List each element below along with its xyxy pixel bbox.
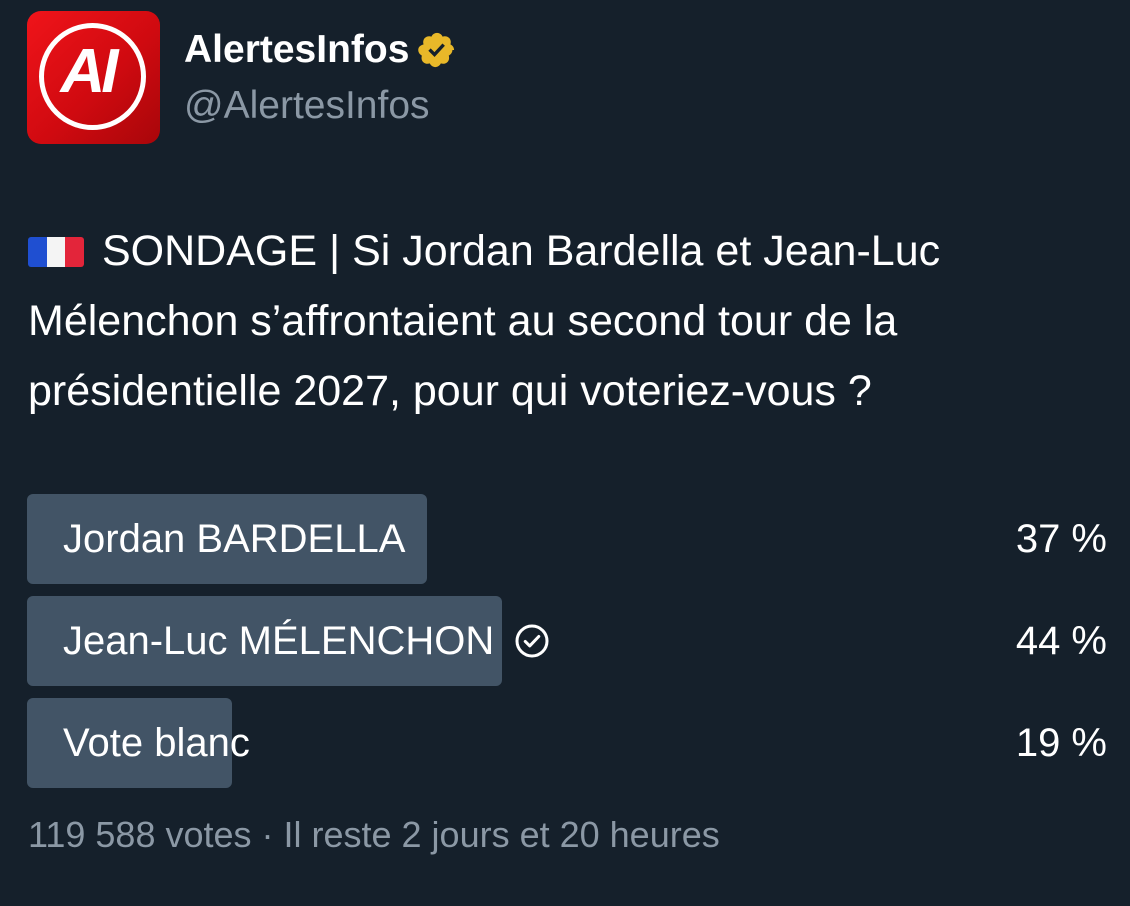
poll-option[interactable]: Jordan BARDELLA 37 %: [27, 494, 1107, 584]
verified-badge-icon[interactable]: [417, 30, 457, 70]
poll-option-label: Jordan BARDELLA: [63, 494, 405, 584]
france-flag-icon: [28, 237, 84, 267]
display-name[interactable]: AlertesInfos: [184, 27, 409, 73]
avatar-monogram: AI: [60, 37, 119, 106]
selected-check-icon: [515, 624, 549, 658]
poll-option-label: Jean-Luc MÉLENCHON: [63, 596, 550, 686]
tweet-body: SONDAGE | Si Jordan Bardella et Jean-Luc…: [28, 227, 941, 415]
tweet-text: SONDAGE | Si Jordan Bardella et Jean-Luc…: [28, 216, 1108, 426]
poll-option-text: Jean-Luc MÉLENCHON: [63, 619, 495, 663]
tweet-header: AI AlertesInfos @AlertesInfos: [27, 11, 1107, 144]
poll-option-text: Jordan BARDELLA: [63, 517, 406, 561]
poll-option-percent: 44 %: [1015, 619, 1107, 663]
poll-option-label: Vote blanc: [63, 698, 250, 788]
poll-option[interactable]: Vote blanc 19 %: [27, 698, 1107, 788]
poll-option-percent: 37 %: [1015, 517, 1107, 561]
poll-option[interactable]: Jean-Luc MÉLENCHON 44 %: [27, 596, 1107, 686]
name-row: AlertesInfos: [184, 27, 457, 73]
poll: Jordan BARDELLA 37 % Jean-Luc MÉLENCHON …: [27, 494, 1107, 800]
avatar[interactable]: AI: [27, 11, 160, 144]
poll-option-percent: 19 %: [1015, 721, 1107, 765]
user-handle[interactable]: @AlertesInfos: [184, 83, 430, 129]
poll-option-text: Vote blanc: [63, 721, 250, 765]
poll-footer: 119 588 votes · Il reste 2 jours et 20 h…: [28, 814, 720, 855]
